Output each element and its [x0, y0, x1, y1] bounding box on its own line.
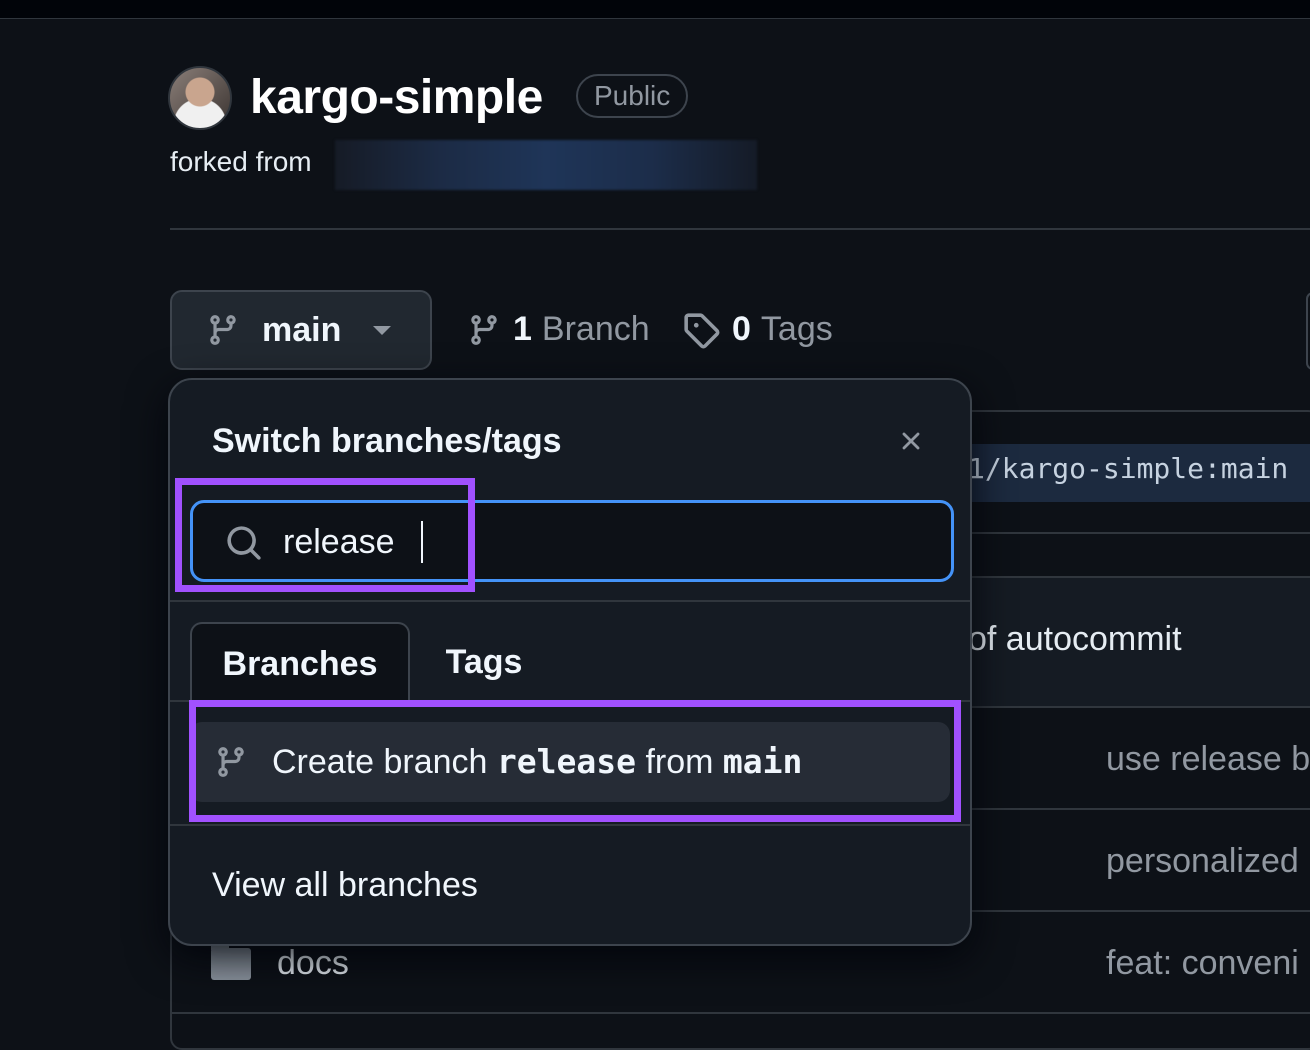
text-cursor [421, 521, 423, 563]
compare-text: 1/kargo-simple:main [968, 452, 1289, 485]
panel-divider [170, 600, 970, 602]
switch-branches-dropdown: Switch branches/tags Branches Tags Creat… [168, 378, 972, 946]
new-branch-name: release [496, 742, 636, 781]
latest-commit-message[interactable]: of autocommit [968, 620, 1182, 659]
file-row-commit-message[interactable]: use release b [1106, 740, 1310, 779]
branch-search-field[interactable] [190, 500, 954, 582]
branch-search-input[interactable] [283, 517, 923, 567]
branch-count: 1 [513, 310, 532, 348]
table-divider [172, 1012, 1310, 1014]
create-branch-prefix: Create branch [272, 743, 488, 781]
create-branch-from: from [645, 743, 714, 781]
close-icon[interactable] [896, 426, 926, 456]
source-branch-name: main [722, 742, 803, 781]
git-branch-icon [471, 314, 497, 345]
tag-icon [684, 312, 720, 348]
branch-tag-tabs: Branches Tags [170, 622, 970, 702]
triangle-down-icon [373, 325, 392, 335]
code-button-edge[interactable] [1306, 292, 1310, 370]
forked-from-label: forked from [170, 146, 312, 177]
tab-branches[interactable]: Branches [190, 622, 410, 702]
tab-tags[interactable]: Tags [424, 622, 544, 702]
search-icon [227, 526, 261, 560]
view-all-branches-link[interactable]: View all branches [212, 866, 478, 905]
tag-count-label: Tags [760, 310, 833, 348]
branch-selector-button[interactable]: main [170, 290, 432, 370]
file-row-commit-message[interactable]: personalized [1106, 842, 1299, 881]
file-row-name[interactable]: docs [277, 944, 349, 983]
branches-link[interactable]: 1 Branch [467, 310, 650, 349]
dropdown-title: Switch branches/tags [212, 422, 562, 460]
tag-count: 0 [732, 310, 751, 348]
file-row-commit-message[interactable]: feat: conveni [1106, 944, 1299, 983]
header-divider [170, 228, 1310, 230]
forked-from-link-redacted[interactable] [335, 140, 757, 190]
folder-icon [211, 942, 251, 980]
panel-divider [170, 700, 970, 702]
tags-link[interactable]: 0 Tags [682, 310, 833, 349]
top-bar [0, 0, 1310, 19]
panel-divider [170, 824, 970, 826]
owner-avatar[interactable] [168, 66, 232, 130]
visibility-badge: Public [576, 74, 689, 118]
git-branch-icon [210, 315, 236, 345]
create-branch-option[interactable]: Create branch release from main [190, 722, 950, 802]
create-branch-label: Create branch release from main [272, 742, 802, 782]
git-branch-icon [218, 747, 244, 777]
branch-count-label: Branch [541, 310, 650, 348]
repo-name[interactable]: kargo-simple [250, 70, 543, 125]
current-branch-label: main [262, 310, 342, 349]
